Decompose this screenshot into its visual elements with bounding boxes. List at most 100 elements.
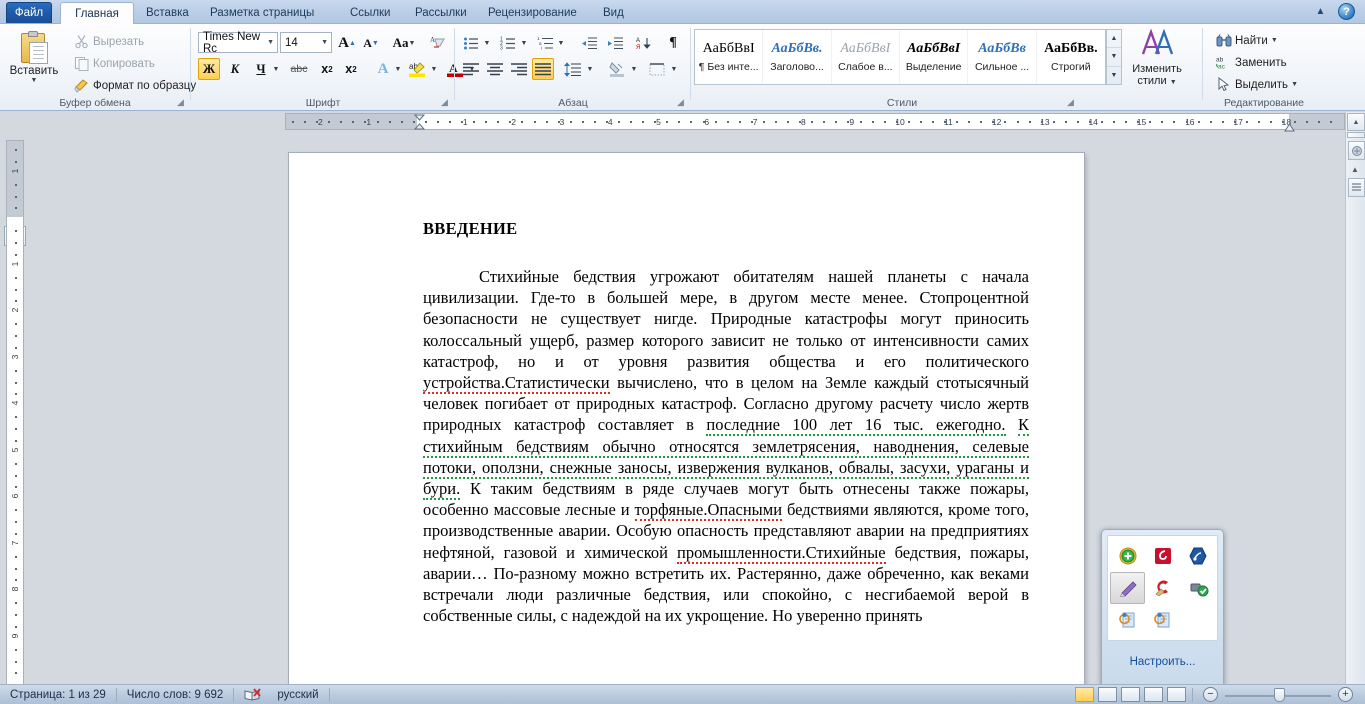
zoom-slider[interactable] bbox=[1225, 687, 1331, 703]
system-tray-overflow-popup[interactable]: Настроить... bbox=[1101, 529, 1224, 690]
text-effects-button[interactable]: A bbox=[372, 58, 394, 80]
tab-file[interactable]: Файл bbox=[6, 2, 52, 23]
bullets-chevron-down-icon[interactable]: ▼ bbox=[481, 32, 493, 54]
tab-mailings[interactable]: Рассылки bbox=[405, 2, 477, 24]
zoom-slider-thumb[interactable] bbox=[1274, 687, 1285, 702]
strikethrough-button[interactable]: abc bbox=[288, 58, 310, 80]
shrink-font-button[interactable]: A ▼ bbox=[360, 32, 382, 54]
word-count-indicator[interactable]: Число слов: 9 692 bbox=[117, 685, 234, 704]
cut-button[interactable]: Вырезать bbox=[70, 32, 148, 51]
multilevel-chevron-down-icon[interactable]: ▼ bbox=[555, 32, 567, 54]
tab-view[interactable]: Вид bbox=[593, 2, 634, 24]
tab-insert[interactable]: Вставка bbox=[136, 2, 199, 24]
bullet-list-icon[interactable] bbox=[460, 32, 482, 54]
borders-icon[interactable] bbox=[646, 58, 668, 80]
chevron-down-icon[interactable]: ▼ bbox=[1271, 37, 1278, 44]
grow-font-button[interactable]: A ▲ bbox=[336, 32, 358, 54]
paragraph-dialog-launcher[interactable]: ◢ bbox=[675, 97, 686, 108]
sort-icon[interactable]: A Я bbox=[632, 32, 654, 54]
style-item-emphasis[interactable]: АаБбВвІ Выделение bbox=[900, 30, 969, 84]
align-right-icon[interactable] bbox=[508, 58, 530, 80]
format-painter-button[interactable]: Формат по образцу bbox=[70, 76, 200, 95]
clear-formatting-icon[interactable]: A bbox=[426, 31, 450, 53]
line-spacing-chevron-down-icon[interactable]: ▼ bbox=[584, 58, 596, 80]
font-name-combo[interactable]: Times New Rc ▼ bbox=[198, 31, 278, 55]
previous-page-icon[interactable]: ▲ bbox=[1351, 165, 1359, 174]
align-justify-icon[interactable] bbox=[532, 58, 554, 80]
scroll-down-icon[interactable]: ▼ bbox=[1107, 48, 1121, 67]
align-left-icon[interactable] bbox=[460, 58, 482, 80]
font-dialog-launcher[interactable]: ◢ bbox=[439, 97, 450, 108]
view-full-screen-reading-button[interactable] bbox=[1098, 687, 1117, 702]
font-size-combo[interactable]: 14 ▼ bbox=[280, 32, 332, 53]
next-page-icon[interactable] bbox=[1348, 178, 1365, 197]
tab-home[interactable]: Главная bbox=[60, 2, 134, 25]
zoom-out-button[interactable]: − bbox=[1203, 687, 1218, 702]
styles-dialog-launcher[interactable]: ◢ bbox=[1065, 97, 1076, 108]
align-center-icon[interactable] bbox=[484, 58, 506, 80]
clipboard-dialog-launcher[interactable]: ◢ bbox=[175, 97, 186, 108]
vertical-scrollbar[interactable]: ▲ ▲ bbox=[1345, 112, 1365, 684]
tray-icon-red-shield[interactable] bbox=[1145, 540, 1180, 572]
help-question-icon[interactable]: ? bbox=[1338, 3, 1355, 20]
decrease-indent-icon[interactable] bbox=[578, 32, 600, 54]
page-indicator[interactable]: Страница: 1 из 29 bbox=[0, 685, 116, 704]
italic-button[interactable]: К bbox=[224, 58, 246, 80]
shading-icon[interactable] bbox=[606, 58, 628, 80]
tray-icon-pen-tablet[interactable] bbox=[1110, 572, 1145, 604]
change-case-button[interactable]: Aa ▼ bbox=[388, 32, 420, 54]
text-effects-chevron-down-icon[interactable]: ▼ bbox=[392, 58, 404, 80]
numbering-chevron-down-icon[interactable]: ▼ bbox=[518, 32, 530, 54]
multilevel-list-icon[interactable]: 1ai bbox=[534, 32, 556, 54]
tray-icon-green-plus[interactable] bbox=[1110, 540, 1145, 572]
style-item-strong-emphasis[interactable]: АаБбВв Сильное ... bbox=[968, 30, 1037, 84]
style-item-subtle[interactable]: АаБбВвІ Слабое в... bbox=[832, 30, 901, 84]
tab-page-layout[interactable]: Разметка страницы bbox=[200, 2, 324, 24]
styles-more-icon[interactable]: ▼ bbox=[1107, 67, 1121, 84]
underline-chevron-down-icon[interactable]: ▼ bbox=[270, 58, 282, 80]
style-item-heading[interactable]: АаБбВв. Заголово... bbox=[763, 30, 832, 84]
styles-gallery-scroll[interactable]: ▲ ▼ ▼ bbox=[1106, 29, 1122, 85]
copy-button[interactable]: Копировать bbox=[70, 54, 159, 73]
horizontal-ruler[interactable]: ∟ 21123456789101112131415161718 bbox=[0, 111, 1365, 246]
chevron-down-icon[interactable]: ▼ bbox=[267, 39, 274, 46]
bold-button[interactable]: Ж bbox=[198, 58, 220, 80]
chevron-down-icon[interactable]: ▼ bbox=[1291, 81, 1298, 88]
borders-chevron-down-icon[interactable]: ▼ bbox=[668, 58, 680, 80]
collapse-ribbon-icon[interactable]: ▲ bbox=[1312, 3, 1329, 20]
chevron-down-icon[interactable]: ▼ bbox=[31, 77, 38, 84]
select-button[interactable]: Выделить ▼ bbox=[1212, 75, 1302, 94]
tray-icon-usb-safe-remove[interactable] bbox=[1180, 572, 1215, 604]
replace-button[interactable]: ab ac Заменить bbox=[1212, 53, 1291, 72]
select-browse-object-icon[interactable] bbox=[1348, 141, 1365, 160]
scroll-thumb-top[interactable] bbox=[1347, 132, 1365, 138]
first-line-indent-marker[interactable] bbox=[413, 114, 426, 134]
show-paragraph-marks-button[interactable]: ¶ bbox=[662, 32, 684, 54]
line-spacing-icon[interactable] bbox=[562, 58, 584, 80]
ruler-track[interactable]: 2 1 1 2 3 4 5 6 7 8 9 10 11 12 13 14 15 16 17 18 bbox=[285, 113, 1345, 132]
tray-icon-blue-hexagon[interactable] bbox=[1180, 540, 1215, 572]
proofing-status[interactable]: русский bbox=[234, 685, 328, 704]
shading-chevron-down-icon[interactable]: ▼ bbox=[628, 58, 640, 80]
view-draft-button[interactable] bbox=[1167, 687, 1186, 702]
change-styles-button[interactable]: Изменить стили ▼ bbox=[1128, 28, 1186, 91]
underline-button[interactable]: Ч bbox=[250, 58, 272, 80]
tab-references[interactable]: Ссылки bbox=[340, 2, 401, 24]
vertical-ruler[interactable]: 1 1 2 3 4 5 6 7 8 9 bbox=[6, 140, 24, 685]
document-paragraph[interactable]: Стихийные бедствия угрожают обитателям н… bbox=[423, 266, 1029, 626]
customize-tray-link[interactable]: Настроить... bbox=[1130, 656, 1196, 668]
highlight-chevron-down-icon[interactable]: ▼ bbox=[428, 58, 440, 80]
find-button[interactable]: Найти ▼ bbox=[1212, 31, 1282, 50]
document-page[interactable]: ВВЕДЕНИЕ Стихийные бедствия угрожают оби… bbox=[289, 153, 1084, 684]
tray-icon-ccleaner[interactable] bbox=[1145, 572, 1180, 604]
tray-icon-network-page-2[interactable] bbox=[1145, 604, 1180, 636]
view-outline-button[interactable] bbox=[1144, 687, 1163, 702]
tray-icon-network-page-1[interactable] bbox=[1110, 604, 1145, 636]
subscript-button[interactable]: x2 bbox=[316, 58, 338, 80]
numbered-list-icon[interactable]: 123 bbox=[497, 32, 519, 54]
style-item-no-spacing[interactable]: АаБбВвІ ¶ Без инте... bbox=[695, 30, 764, 84]
paste-button[interactable]: Вставить ▼ bbox=[8, 30, 60, 92]
zoom-in-button[interactable]: + bbox=[1338, 687, 1353, 702]
chevron-down-icon[interactable]: ▼ bbox=[321, 39, 328, 46]
scroll-up-icon[interactable]: ▲ bbox=[1107, 30, 1121, 49]
